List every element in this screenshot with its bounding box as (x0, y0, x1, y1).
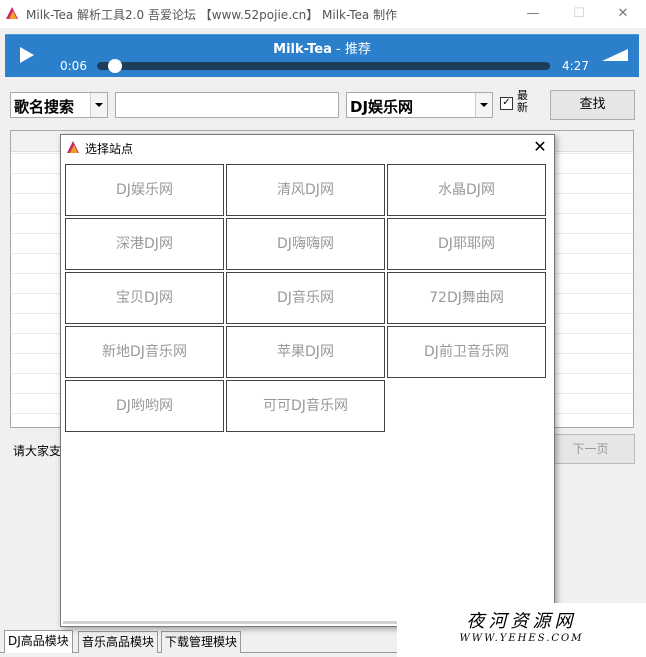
find-button[interactable]: 查找 (550, 90, 635, 120)
close-button[interactable]: ✕ (600, 0, 646, 28)
latest-checkbox[interactable]: ✓ (500, 97, 513, 110)
site-button[interactable]: 72DJ舞曲网 (387, 272, 546, 324)
player-bar: Milk-Tea - 推荐 0:06 4:27 (5, 34, 639, 77)
site-button[interactable]: DJ前卫音乐网 (387, 326, 546, 378)
site-button[interactable]: 水晶DJ网 (387, 164, 546, 216)
site-select-dialog: 选择站点 ✕ DJ娱乐网 清风DJ网 水晶DJ网深港DJ网 DJ嗨嗨网 DJ耶耶网宝贝D… (60, 134, 555, 627)
player-track-title: Milk-Tea (273, 42, 332, 57)
site-button[interactable]: 新地DJ音乐网 (65, 326, 224, 378)
site-button[interactable]: DJ耶耶网 (387, 218, 546, 270)
watermark-subtitle: WWW.YEHES.COM (459, 633, 584, 644)
volume-icon[interactable] (600, 47, 630, 63)
status-text: 请大家支 (13, 444, 62, 458)
site-button[interactable]: 可可DJ音乐网 (226, 380, 385, 432)
site-select[interactable]: DJ娱乐网 (346, 92, 493, 118)
search-type-select[interactable]: 歌名搜索 (10, 92, 108, 118)
site-button[interactable]: 深港DJ网 (65, 218, 224, 270)
app-logo-icon (67, 141, 79, 153)
tab-download[interactable]: 下载管理模块 (161, 631, 242, 653)
latest-label: 最新 (517, 89, 528, 114)
watermark-title: 夜河资源网 (466, 611, 577, 632)
site-button[interactable]: DJ娱乐网 (65, 164, 224, 216)
player-title: Milk-Tea - 推荐 (5, 38, 639, 57)
progress-thumb[interactable] (108, 59, 123, 73)
site-button[interactable]: 苹果DJ网 (226, 326, 385, 378)
current-time: 0:06 (60, 59, 87, 73)
total-time: 4:27 (562, 59, 589, 73)
maximize-button[interactable]: ☐ (556, 0, 602, 28)
window-title: Milk-Tea 解析工具2.0 吾爱论坛 【www.52pojie.cn】 M… (26, 8, 398, 22)
site-button[interactable]: DJ嗨嗨网 (226, 218, 385, 270)
tab-dj[interactable]: DJ高品模块 (4, 630, 73, 653)
chevron-down-icon[interactable] (90, 93, 107, 117)
next-page-button[interactable]: 下一页 (546, 434, 635, 464)
search-type-value: 歌名搜索 (14, 98, 75, 116)
dialog-close-icon[interactable]: ✕ (529, 137, 551, 157)
minimize-button[interactable]: — (510, 0, 556, 28)
site-button[interactable]: 宝贝DJ网 (65, 272, 224, 324)
chevron-down-icon[interactable] (475, 93, 492, 117)
site-button[interactable]: DJ哟哟网 (65, 380, 224, 432)
dialog-title: 选择站点 (85, 142, 134, 156)
player-track-subtitle: - 推荐 (331, 42, 371, 57)
site-button[interactable]: 清风DJ网 (226, 164, 385, 216)
site-value: DJ娱乐网 (350, 98, 414, 116)
search-input[interactable] (115, 92, 339, 118)
tab-music[interactable]: 音乐高品模块 (78, 631, 159, 653)
progress-slider[interactable] (97, 62, 550, 70)
watermark: 夜河资源网 WWW.YEHES.COM (397, 603, 646, 657)
site-button[interactable]: DJ音乐网 (226, 272, 385, 324)
title-bar: Milk-Tea 解析工具2.0 吾爱论坛 【www.52pojie.cn】 M… (0, 0, 646, 28)
app-logo-icon (6, 7, 18, 19)
